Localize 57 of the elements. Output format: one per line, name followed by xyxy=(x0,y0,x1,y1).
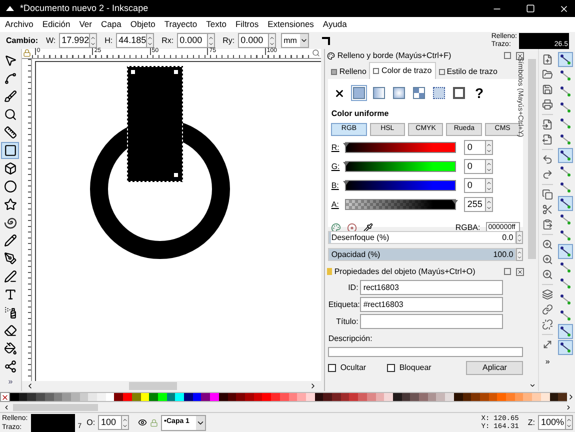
number-field[interactable]: 0 xyxy=(464,178,486,193)
checkbox-label: Bloquear xyxy=(399,362,432,374)
value-slider[interactable]: Desenfoque (%) 0.0 xyxy=(328,231,516,244)
menu-item[interactable]: Trayecto xyxy=(164,18,198,31)
unset-paint-button[interactable]: ? xyxy=(471,85,488,101)
zoom-label: Z: xyxy=(528,416,535,428)
number-field[interactable]: 0.000 xyxy=(238,33,269,48)
number-field[interactable]: 0 xyxy=(464,159,486,174)
opacity-label: O: xyxy=(86,416,96,428)
field-label: W: xyxy=(46,34,56,46)
unit-dropdown[interactable]: mm xyxy=(280,33,309,48)
menu-item[interactable]: Objeto xyxy=(130,18,156,31)
slider-label: Desenfoque (%) xyxy=(331,232,390,244)
checkbox-label: Ocultar xyxy=(340,362,366,374)
menu-item[interactable]: Texto xyxy=(206,18,226,31)
field-label: H: xyxy=(104,34,113,46)
field-label: Título: xyxy=(335,316,358,328)
text-field[interactable]: rect16803 xyxy=(360,280,504,295)
panel-tab[interactable]: Relleno xyxy=(328,64,370,79)
number-field[interactable]: 255 xyxy=(464,197,486,212)
menu-item[interactable]: Filtros xyxy=(235,18,259,31)
panel-title: Propiedades del objeto (Mayús+Ctrl+O) xyxy=(334,266,476,278)
slider-label: Opacidad (%) xyxy=(331,248,380,260)
number-field[interactable]: 17.992 xyxy=(58,33,90,48)
field-label: Etiqueta: xyxy=(328,298,358,310)
value-slider[interactable]: Opacidad (%) 100.0 xyxy=(328,248,516,261)
text-field[interactable]: #rect16803 xyxy=(360,297,504,312)
number-field[interactable]: 44.185 xyxy=(116,33,147,48)
menu-item[interactable]: Capa xyxy=(101,18,122,31)
number-field[interactable]: 0 xyxy=(464,140,486,155)
apply-button[interactable]: Aplicar xyxy=(466,361,524,375)
toolbar-label: Cambio: xyxy=(6,34,38,46)
more-icon[interactable]: » xyxy=(8,376,13,388)
field-label: Rx: xyxy=(162,34,174,46)
field-label: ID: xyxy=(347,282,358,294)
slider-value: 0.0 xyxy=(502,232,514,244)
more-icon[interactable]: » xyxy=(545,356,550,368)
panel-title: Relleno y borde (Mayús+Ctrl+F) xyxy=(337,50,452,62)
opacity-field[interactable]: 100 xyxy=(98,415,122,430)
menu-item[interactable]: Edición xyxy=(42,18,70,31)
panel-tab[interactable]: Color de trazo xyxy=(369,62,436,79)
menu-item[interactable]: Archivo xyxy=(5,18,34,31)
rgba-label: RGBA: xyxy=(455,222,480,234)
field-label: Descripción: xyxy=(328,333,374,345)
channel-label: G: xyxy=(331,160,341,172)
menu-item[interactable]: Extensiones xyxy=(268,18,314,31)
channel-label: A: xyxy=(331,198,340,210)
channel-label: R: xyxy=(331,142,340,154)
menu-item[interactable]: Ver xyxy=(79,18,92,31)
slider-value: 100.0 xyxy=(493,248,514,260)
field-label: Ry: xyxy=(222,34,235,46)
number-field[interactable]: 0.000 xyxy=(176,33,208,48)
window-title: *Documento nuevo 2 - Inkscape xyxy=(20,2,150,15)
zoom-field[interactable]: 100% xyxy=(538,415,566,430)
panel-tab[interactable]: Estilo de trazo xyxy=(436,64,500,79)
menu-item[interactable]: Ayuda xyxy=(322,18,347,31)
channel-label: B: xyxy=(331,180,340,192)
